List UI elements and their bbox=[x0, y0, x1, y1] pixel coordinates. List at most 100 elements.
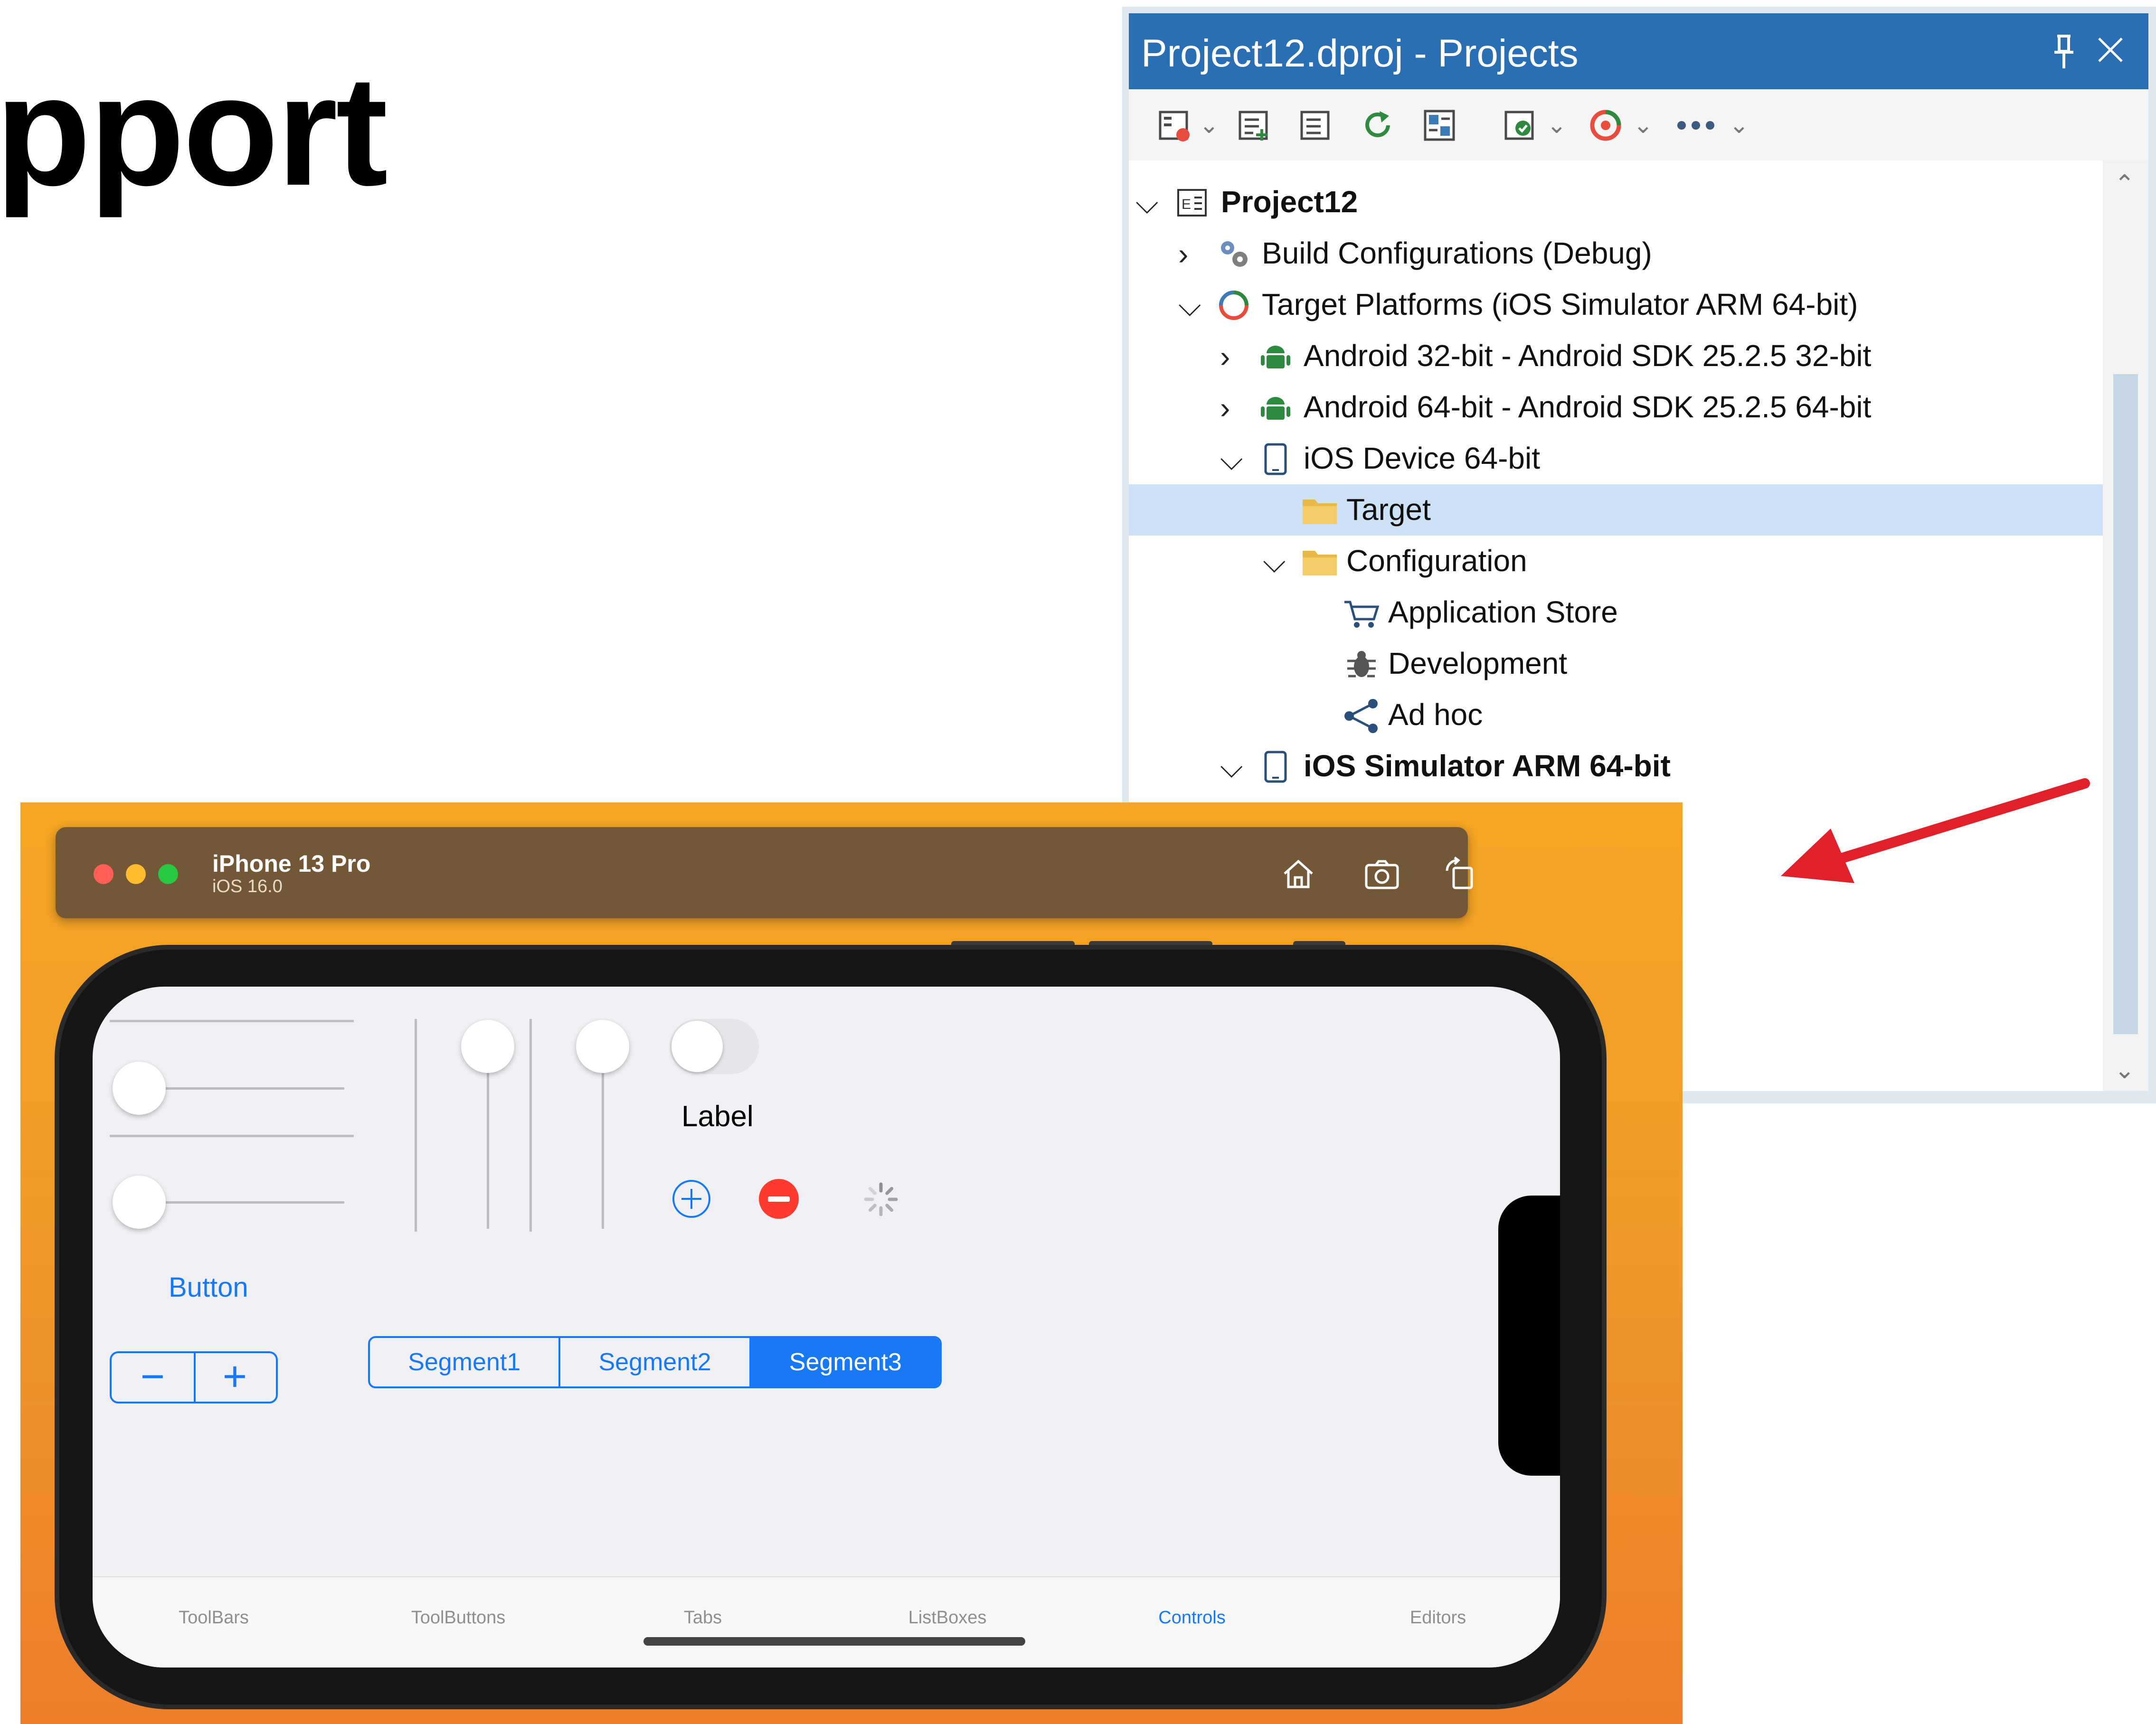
project-options-icon[interactable] bbox=[1157, 108, 1191, 142]
vertical-slider-thumb[interactable] bbox=[461, 1020, 514, 1073]
slider-thumb[interactable] bbox=[113, 1176, 166, 1229]
tree-item-project12[interactable]: ⌵ E Project12 bbox=[1129, 177, 2103, 228]
zoom-window-button[interactable] bbox=[158, 864, 178, 884]
ios-device-icon bbox=[1258, 442, 1293, 477]
tree-item-label: iOS Device 64-bit bbox=[1304, 441, 1540, 475]
folder-icon bbox=[1301, 493, 1337, 528]
tree-item-ad-hoc[interactable]: Ad hoc bbox=[1129, 689, 2103, 741]
tree-item-ios-device[interactable]: ⌵ iOS Device 64-bit bbox=[1129, 433, 2103, 484]
tree-item-configuration[interactable]: ⌵ Configuration bbox=[1129, 536, 2103, 587]
vertical-slider-thumb[interactable] bbox=[576, 1020, 629, 1073]
tree-item-label: Configuration bbox=[1346, 544, 1527, 578]
tree-item-development[interactable]: Development bbox=[1129, 638, 2103, 689]
tree-scrollbar[interactable]: ⌃ ⌄ bbox=[2103, 160, 2148, 1091]
tab-toolbars[interactable]: ToolBars bbox=[179, 1608, 249, 1628]
toggle-switch[interactable] bbox=[670, 1019, 759, 1074]
segmented-control: Segment1 Segment2 Segment3 bbox=[368, 1336, 942, 1388]
scroll-down-icon[interactable]: ⌄ bbox=[2114, 1056, 2135, 1084]
chevron-down-icon[interactable]: ⌵ bbox=[1220, 749, 1243, 785]
tree-item-label: Android 64-bit - Android SDK 25.2.5 64-b… bbox=[1304, 390, 1872, 424]
close-window-button[interactable] bbox=[94, 864, 113, 884]
chevron-down-icon[interactable]: ⌵ bbox=[1263, 544, 1286, 580]
chevron-down-icon[interactable]: ⌵ bbox=[1220, 442, 1243, 477]
tree-item-label: Target bbox=[1346, 492, 1431, 527]
add-file-icon[interactable] bbox=[1237, 108, 1271, 142]
chevron-right-icon[interactable]: › bbox=[1178, 236, 1188, 272]
target-platform-icon[interactable] bbox=[1589, 108, 1623, 142]
more-icon[interactable] bbox=[1675, 108, 1718, 142]
gears-icon bbox=[1216, 236, 1251, 272]
tab-bar: ToolBars ToolButtons Tabs ListBoxes Cont… bbox=[93, 1576, 1560, 1667]
phone-side-button bbox=[951, 941, 1075, 950]
chevron-down-icon[interactable]: ⌄ bbox=[1547, 111, 1567, 139]
segment-2[interactable]: Segment2 bbox=[560, 1338, 751, 1386]
chevron-right-icon[interactable]: › bbox=[1220, 339, 1230, 374]
scrollbar-thumb[interactable] bbox=[2113, 374, 2138, 1034]
tree-item-label: Development bbox=[1388, 646, 1568, 680]
ios-button[interactable]: Button bbox=[169, 1272, 248, 1303]
home-icon[interactable] bbox=[1278, 854, 1319, 895]
tree-item-target[interactable]: Target bbox=[1129, 484, 2103, 536]
stepper-plus-button[interactable]: + bbox=[194, 1353, 276, 1402]
divider-line bbox=[110, 1020, 354, 1022]
tree-item-label: iOS Simulator ARM 64-bit bbox=[1304, 749, 1671, 783]
remove-file-icon[interactable] bbox=[1299, 108, 1333, 142]
chevron-down-icon[interactable]: ⌵ bbox=[1135, 185, 1159, 221]
device-name: iPhone 13 Pro bbox=[212, 850, 371, 877]
target-platforms-icon bbox=[1216, 288, 1251, 323]
label-text: Label bbox=[681, 1100, 754, 1133]
tab-editors[interactable]: Editors bbox=[1410, 1608, 1466, 1628]
segment-1[interactable]: Segment1 bbox=[370, 1338, 561, 1386]
chevron-down-icon[interactable]: ⌄ bbox=[1633, 111, 1653, 139]
tab-toolbuttons[interactable]: ToolButtons bbox=[411, 1608, 506, 1628]
screenshot-icon[interactable] bbox=[1362, 854, 1402, 895]
scroll-up-icon[interactable]: ⌃ bbox=[2114, 170, 2135, 198]
chevron-down-icon[interactable]: ⌄ bbox=[1729, 111, 1749, 139]
tree-item-target-platforms[interactable]: ⌵ Target Platforms (iOS Simulator ARM 64… bbox=[1129, 279, 2103, 330]
tree-item-application-store[interactable]: Application Store bbox=[1129, 587, 2103, 638]
callout-arrow bbox=[1781, 778, 2090, 883]
close-icon[interactable] bbox=[2095, 30, 2126, 74]
tab-controls[interactable]: Controls bbox=[1158, 1608, 1226, 1628]
tree-item-build-configurations[interactable]: › Build Configurations (Debug) bbox=[1129, 228, 2103, 279]
simulator-title-bar[interactable]: iPhone 13 Pro iOS 16.0 bbox=[56, 827, 1473, 918]
projects-toolbar: ⌄ ⌄ ⌄ ⌄ bbox=[1129, 89, 2148, 160]
chevron-down-icon[interactable]: ⌄ bbox=[1199, 111, 1219, 139]
minimize-window-button[interactable] bbox=[126, 864, 146, 884]
tree-item-label: Ad hoc bbox=[1388, 697, 1483, 732]
stepper: − + bbox=[110, 1351, 278, 1404]
chevron-down-icon[interactable]: ⌵ bbox=[1178, 288, 1201, 323]
switch-thumb bbox=[671, 1021, 723, 1072]
tree-item-android-64[interactable]: › Android 64-bit - Android SDK 25.2.5 64… bbox=[1129, 382, 2103, 433]
phone-notch bbox=[1498, 1196, 1560, 1476]
folder-icon bbox=[1301, 544, 1337, 579]
projects-title-bar[interactable]: Project12.dproj - Projects bbox=[1129, 13, 2148, 89]
home-indicator[interactable] bbox=[643, 1637, 1025, 1646]
segment-3[interactable]: Segment3 bbox=[751, 1338, 940, 1386]
tree-item-android-32[interactable]: › Android 32-bit - Android SDK 25.2.5 32… bbox=[1129, 330, 2103, 382]
tab-tabs[interactable]: Tabs bbox=[684, 1608, 722, 1628]
add-circle-icon[interactable] bbox=[670, 1178, 713, 1220]
build-icon[interactable] bbox=[1422, 108, 1456, 142]
activate-icon[interactable] bbox=[1503, 108, 1537, 142]
rotate-icon[interactable] bbox=[1440, 854, 1481, 895]
phone-screen: Label Button − + Segment1 Segment2 Segme… bbox=[93, 987, 1560, 1667]
projects-panel-title: Project12.dproj - Projects bbox=[1141, 32, 1579, 75]
tree-item-label: Project12 bbox=[1221, 185, 1358, 219]
divider-line bbox=[530, 1019, 532, 1232]
tree-item-label: Target Platforms (iOS Simulator ARM 64-b… bbox=[1262, 287, 1858, 321]
android-icon bbox=[1258, 339, 1293, 374]
pin-icon[interactable] bbox=[2051, 32, 2077, 78]
bug-icon bbox=[1343, 647, 1378, 682]
slider-thumb[interactable] bbox=[113, 1062, 166, 1115]
ios-simulator: iPhone 13 Pro iOS 16.0 Label Button − + … bbox=[20, 802, 1683, 1724]
tab-listboxes[interactable]: ListBoxes bbox=[908, 1608, 987, 1628]
delete-circle-icon[interactable] bbox=[757, 1178, 800, 1220]
os-version: iOS 16.0 bbox=[212, 876, 283, 896]
refresh-icon[interactable] bbox=[1361, 108, 1395, 142]
stepper-minus-button[interactable]: − bbox=[112, 1353, 194, 1402]
activity-spinner-icon bbox=[862, 1180, 900, 1218]
project-icon: E bbox=[1175, 185, 1210, 220]
slide-title: pport bbox=[0, 43, 388, 218]
chevron-right-icon[interactable]: › bbox=[1220, 390, 1230, 425]
